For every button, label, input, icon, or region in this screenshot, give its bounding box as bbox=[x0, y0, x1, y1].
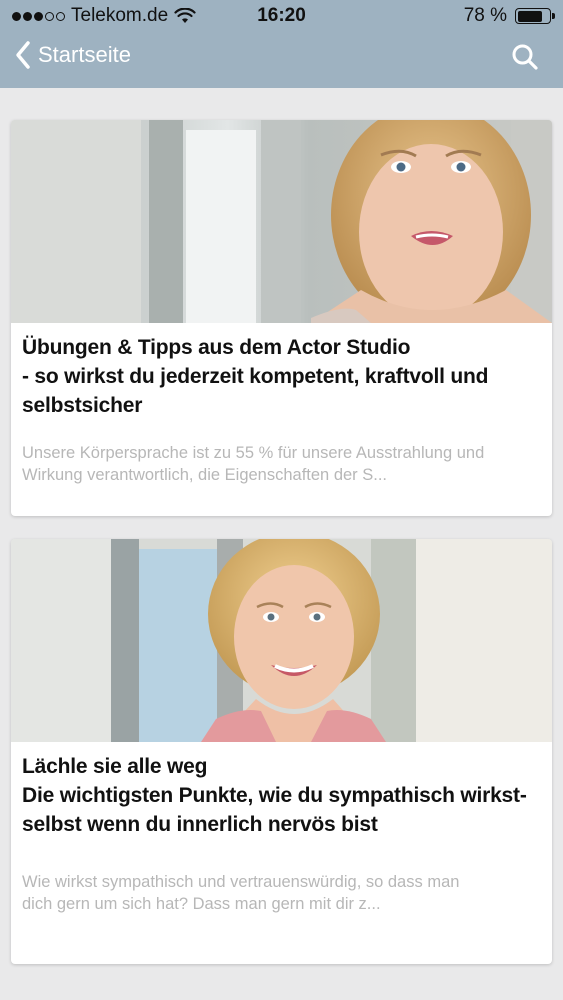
search-button[interactable] bbox=[511, 43, 539, 76]
article-body: Lächle sie alle weg Die wichtigsten Punk… bbox=[11, 742, 552, 915]
battery-icon bbox=[515, 8, 555, 24]
chevron-left-icon bbox=[16, 41, 30, 69]
article-title-line: selbst wenn du innerlich nervös bist bbox=[22, 813, 378, 836]
navigation-bar: Startseite bbox=[0, 32, 563, 88]
article-excerpt-line: Unsere Körpersprache ist zu 55 % für uns… bbox=[22, 444, 485, 462]
article-excerpt: Wie wirkst sympathisch und vertrauenswür… bbox=[22, 871, 541, 915]
article-title-line: - so wirkst du jederzeit kompetent, kraf… bbox=[22, 365, 489, 388]
article-excerpt-line: dich gern um sich hat? Dass man gern mit… bbox=[22, 895, 381, 913]
status-right: 78 % bbox=[463, 5, 555, 27]
article-card[interactable]: Lächle sie alle weg Die wichtigsten Punk… bbox=[11, 539, 552, 964]
article-title-line: Die wichtigsten Punkte, wie du sympathis… bbox=[22, 784, 527, 807]
article-excerpt: Unsere Körpersprache ist zu 55 % für uns… bbox=[22, 442, 541, 486]
article-title-line: selbstsicher bbox=[22, 394, 143, 417]
back-label: Startseite bbox=[38, 42, 131, 67]
search-icon bbox=[512, 44, 538, 70]
article-card[interactable]: Übungen & Tipps aus dem Actor Studio - s… bbox=[11, 120, 552, 516]
article-title: Übungen & Tipps aus dem Actor Studio - s… bbox=[22, 333, 541, 420]
article-excerpt-line: Wirkung verantwortlich, die Eigenschafte… bbox=[22, 466, 388, 484]
back-button[interactable]: Startseite bbox=[14, 40, 131, 70]
article-title: Lächle sie alle weg Die wichtigsten Punk… bbox=[22, 752, 541, 839]
article-title-line: Lächle sie alle weg bbox=[22, 755, 208, 778]
battery-level bbox=[517, 10, 542, 22]
article-image bbox=[11, 539, 552, 742]
status-bar: Telekom.de 16:20 78 % bbox=[0, 0, 563, 32]
article-excerpt-line: Wie wirkst sympathisch und vertrauenswür… bbox=[22, 873, 460, 891]
article-image bbox=[11, 120, 552, 323]
article-title-line: Übungen & Tipps aus dem Actor Studio bbox=[22, 336, 411, 359]
article-body: Übungen & Tipps aus dem Actor Studio - s… bbox=[11, 323, 552, 486]
battery-percent: 78 % bbox=[463, 5, 507, 26]
